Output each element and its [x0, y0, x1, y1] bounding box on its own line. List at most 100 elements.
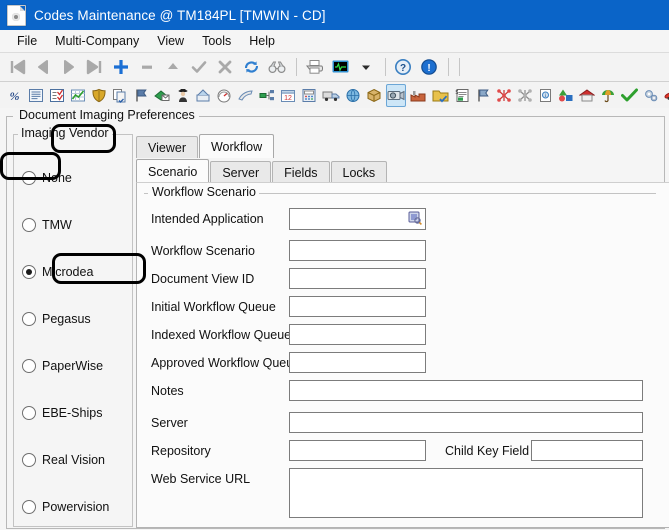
input-child-key-field[interactable]: [531, 440, 643, 461]
factory-icon[interactable]: [409, 84, 428, 107]
up-arrow-icon[interactable]: [161, 55, 185, 79]
previous-record-icon[interactable]: [31, 55, 55, 79]
calendar-icon[interactable]: 12: [279, 84, 297, 107]
input-approved-workflow-queue[interactable]: [289, 352, 426, 373]
label-intended-application: Intended Application: [151, 212, 264, 226]
input-workflow-scenario[interactable]: [289, 240, 426, 261]
vendor-option-real-vision[interactable]: Real Vision: [22, 451, 105, 469]
last-record-icon[interactable]: [83, 55, 107, 79]
binoculars-icon[interactable]: [265, 55, 289, 79]
calculator-icon[interactable]: [300, 84, 318, 107]
gauge-icon[interactable]: [215, 84, 233, 107]
input-document-view-id[interactable]: [289, 268, 426, 289]
invoice-icon[interactable]: $: [453, 84, 471, 107]
checklist-icon[interactable]: [48, 84, 66, 107]
menu-item-file[interactable]: File: [8, 32, 46, 50]
flag-icon[interactable]: [132, 84, 150, 107]
radio-circle[interactable]: [22, 359, 36, 373]
gears-icon[interactable]: [642, 84, 660, 107]
document-imaging-preferences-group: Document Imaging Preferences Imaging Ven…: [6, 116, 665, 529]
tab-server[interactable]: Server: [210, 161, 271, 183]
vendor-option-pegasus[interactable]: Pegasus: [22, 310, 91, 328]
scenario-tab-panel: Workflow Scenario Intended Application: [136, 182, 669, 528]
print-icon[interactable]: [302, 55, 326, 79]
car-icon[interactable]: [663, 84, 669, 107]
vendor-option-paperwise[interactable]: PaperWise: [22, 357, 103, 375]
label-approved-workflow-queue: Approved Workflow Queue: [151, 356, 300, 370]
lookup-icon[interactable]: [408, 211, 422, 225]
box-icon[interactable]: [365, 84, 383, 107]
radio-circle[interactable]: [22, 171, 36, 185]
vendor-option-ebe-ships[interactable]: EBE-Ships: [22, 404, 102, 422]
folder-check-icon[interactable]: [431, 84, 450, 107]
tab-fields[interactable]: Fields: [272, 161, 329, 183]
shapes-icon[interactable]: [557, 84, 575, 107]
umbrella-icon[interactable]: [599, 84, 617, 107]
menu-item-multi-company[interactable]: Multi-Company: [46, 32, 148, 50]
agent-icon[interactable]: [175, 84, 191, 107]
tab-locks[interactable]: Locks: [331, 161, 388, 183]
save-check-icon[interactable]: [187, 55, 211, 79]
phone-icon[interactable]: [236, 84, 255, 107]
molecule-gray-icon[interactable]: [516, 84, 534, 107]
input-web-service-url[interactable]: [289, 468, 643, 518]
radio-circle[interactable]: [22, 265, 36, 279]
menu-bar: File Multi-Company View Tools Help: [0, 30, 669, 53]
mail-send-icon[interactable]: [153, 84, 172, 107]
group-border: [247, 193, 656, 194]
flag2-icon[interactable]: [474, 84, 492, 107]
truck-icon[interactable]: [321, 84, 341, 107]
camera-icon[interactable]: [386, 84, 406, 107]
vendor-option-none[interactable]: None: [22, 169, 72, 187]
chart-grid-icon[interactable]: [69, 84, 87, 107]
add-record-icon[interactable]: [109, 55, 133, 79]
group-border: [110, 134, 132, 135]
inbox-icon[interactable]: [194, 84, 212, 107]
shield-icon[interactable]: [90, 84, 108, 107]
percent-icon[interactable]: %: [5, 84, 24, 107]
molecule-red-icon[interactable]: [495, 84, 513, 107]
menu-item-tools[interactable]: Tools: [193, 32, 240, 50]
house-icon[interactable]: [578, 84, 596, 107]
list-icon[interactable]: [27, 84, 45, 107]
toolbar-separator: [448, 58, 449, 76]
monitor-icon[interactable]: [328, 55, 352, 79]
input-repository[interactable]: [289, 440, 426, 461]
globe-icon[interactable]: [344, 84, 362, 107]
dropdown-arrow-icon[interactable]: [354, 55, 378, 79]
first-record-icon[interactable]: [5, 55, 29, 79]
cancel-x-icon[interactable]: [213, 55, 237, 79]
network-icon[interactable]: [258, 84, 276, 107]
next-record-icon[interactable]: [57, 55, 81, 79]
vendor-option-tmw[interactable]: TMW: [22, 216, 72, 234]
radio-circle[interactable]: [22, 218, 36, 232]
help-icon[interactable]: ?: [391, 55, 415, 79]
workflow-scenario-group: Workflow Scenario: [144, 193, 656, 195]
input-intended-application[interactable]: [289, 208, 426, 230]
radio-circle[interactable]: [22, 406, 36, 420]
tab-viewer[interactable]: Viewer: [136, 136, 198, 158]
green-check-icon[interactable]: [620, 84, 639, 107]
menu-item-view[interactable]: View: [148, 32, 193, 50]
group-border: [152, 116, 664, 117]
primary-tab-row: Viewer Workflow: [136, 134, 275, 158]
vendor-option-microdea[interactable]: Microdea: [22, 263, 93, 281]
delete-record-icon[interactable]: [135, 55, 159, 79]
label-workflow-scenario: Workflow Scenario: [151, 244, 255, 258]
radio-circle[interactable]: [22, 312, 36, 326]
vendor-label: EBE-Ships: [42, 406, 102, 420]
document-info-icon[interactable]: i: [537, 84, 554, 107]
info-icon[interactable]: !: [417, 55, 441, 79]
radio-circle[interactable]: [22, 453, 36, 467]
input-notes[interactable]: [289, 380, 643, 401]
input-server[interactable]: [289, 412, 643, 433]
vendor-option-powervision[interactable]: Powervision: [22, 498, 109, 516]
tab-workflow[interactable]: Workflow: [199, 134, 274, 158]
refresh-icon[interactable]: [239, 55, 263, 79]
menu-item-help[interactable]: Help: [240, 32, 284, 50]
radio-circle[interactable]: [22, 500, 36, 514]
input-indexed-workflow-queue[interactable]: [289, 324, 426, 345]
copy-page-icon[interactable]: [111, 84, 129, 107]
tab-scenario[interactable]: Scenario: [136, 159, 209, 183]
input-initial-workflow-queue[interactable]: [289, 296, 426, 317]
